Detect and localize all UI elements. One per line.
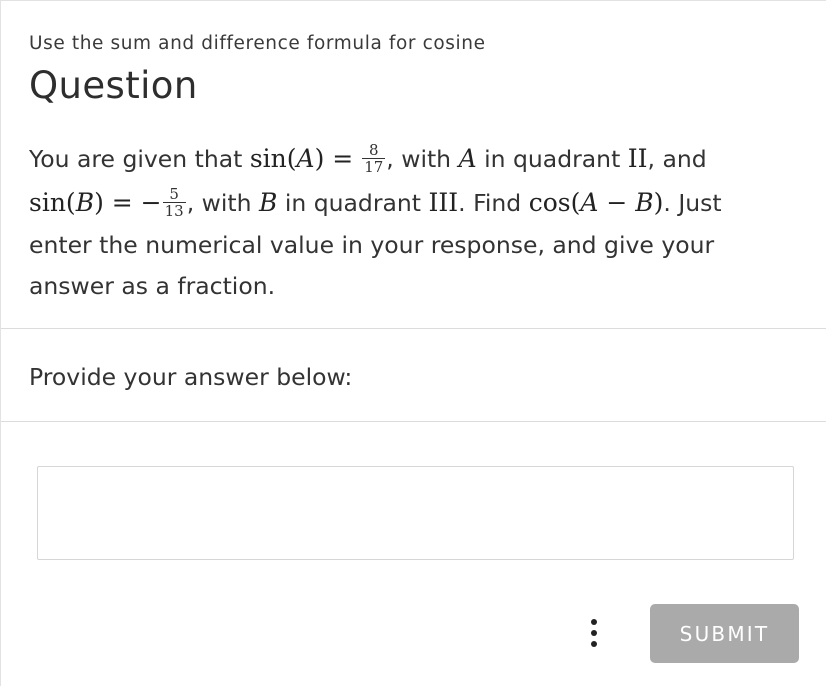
- math-expression: sin(B) = −: [29, 188, 162, 217]
- vertical-ellipsis-icon: [591, 641, 597, 647]
- math-expression: cos(A − B): [528, 188, 664, 217]
- answer-section: SUBMIT: [1, 422, 826, 686]
- question-line-4: answer as a fraction.: [29, 272, 276, 300]
- vertical-ellipsis-icon: [591, 630, 597, 636]
- answer-box: [37, 466, 794, 560]
- question-card: Use the sum and difference formula for c…: [0, 0, 826, 686]
- fraction-5-13: 5 13: [162, 185, 186, 220]
- vertical-ellipsis-icon: [591, 619, 597, 625]
- fraction-8-17: 8 17: [362, 141, 386, 176]
- question-title: Question: [29, 64, 198, 107]
- answer-prompt: Provide your answer below:: [29, 363, 353, 391]
- question-subtitle: Use the sum and difference formula for c…: [29, 33, 486, 54]
- question-line-1: You are given that sin(A) = 8 17, with A …: [29, 141, 707, 176]
- question-section: Use the sum and difference formula for c…: [1, 1, 826, 329]
- math-expression: sin(A) =: [249, 144, 362, 173]
- submit-button[interactable]: SUBMIT: [650, 604, 799, 663]
- more-options-button[interactable]: [581, 615, 607, 651]
- answer-prompt-section: Provide your answer below:: [1, 329, 826, 422]
- question-line-2: sin(B) = −5 13, with B in quadrant III. F…: [29, 185, 722, 220]
- question-line-3: enter the numerical value in your respon…: [29, 231, 715, 259]
- question-text: You are given that sin(A) = 8 17, with A …: [29, 137, 799, 307]
- answer-input[interactable]: [38, 467, 793, 559]
